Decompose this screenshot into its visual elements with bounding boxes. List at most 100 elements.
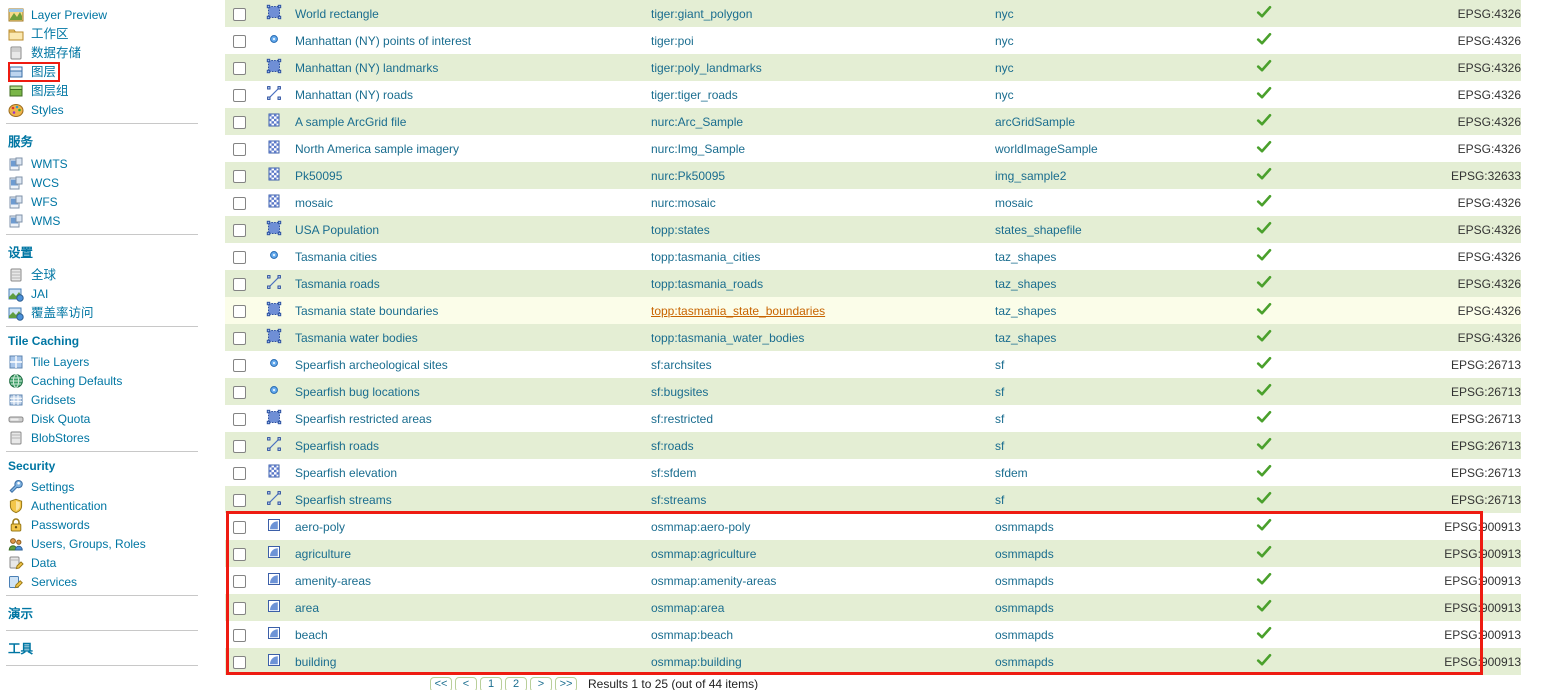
sidebar-item-item-4[interactable]: 图层组 [0, 81, 204, 100]
store-link[interactable]: taz_shapes [995, 331, 1056, 345]
table-row[interactable]: area osmmap:area osmmapds EPSG:900913 [225, 594, 1521, 621]
sidebar-item-settings[interactable]: Settings [0, 477, 204, 496]
table-row[interactable]: Spearfish archeological sites sf:archsite… [225, 351, 1521, 378]
row-checkbox[interactable] [232, 34, 246, 48]
pagination-button-5[interactable]: >> [555, 676, 577, 690]
sidebar-item-item-3[interactable]: 图层 [0, 62, 204, 82]
layer-title-link[interactable]: Spearfish elevation [295, 466, 397, 480]
layer-title-link[interactable]: mosaic [295, 196, 333, 210]
store-link[interactable]: taz_shapes [995, 250, 1056, 264]
table-row[interactable]: Spearfish streams sf:streams sf EPSG:26713 [225, 486, 1521, 513]
layer-title-link[interactable]: Tasmania water bodies [295, 331, 418, 345]
table-row[interactable]: North America sample imagery nurc:Img_Sam… [225, 135, 1521, 162]
store-link[interactable]: sf [995, 439, 1004, 453]
table-row[interactable]: agriculture osmmap:agriculture osmmapds EPS… [225, 540, 1521, 567]
store-link[interactable]: osmmapds [995, 574, 1054, 588]
row-checkbox[interactable] [232, 223, 246, 237]
row-checkbox[interactable] [232, 358, 246, 372]
pagination-button-2[interactable]: 1 [480, 676, 502, 690]
table-row[interactable]: Tasmania state boundaries topp:tasmania_s… [225, 297, 1521, 324]
layer-name-link[interactable]: nurc:Pk50095 [651, 169, 725, 183]
layer-name-link[interactable]: osmmap:agriculture [651, 547, 756, 561]
sidebar-item-data[interactable]: Data [0, 553, 204, 572]
row-checkbox[interactable] [232, 7, 246, 21]
layer-title-link[interactable]: World rectangle [295, 7, 379, 21]
store-link[interactable]: nyc [995, 61, 1014, 75]
row-checkbox[interactable] [232, 304, 246, 318]
store-link[interactable]: img_sample2 [995, 169, 1066, 183]
layer-name-link[interactable]: osmmap:amenity-areas [651, 574, 776, 588]
store-link[interactable]: states_shapefile [995, 223, 1082, 237]
sidebar-item-item-2[interactable]: 数据存储 [0, 43, 204, 62]
sidebar-item-disk-quota[interactable]: Disk Quota [0, 409, 204, 428]
sidebar-item-blobstores[interactable]: BlobStores [0, 428, 204, 447]
table-row[interactable]: World rectangle tiger:giant_polygon nyc EPS… [225, 0, 1521, 27]
row-checkbox[interactable] [232, 115, 246, 129]
layer-name-link[interactable]: sf:restricted [651, 412, 713, 426]
table-row[interactable]: Manhattan (NY) landmarks tiger:poly_landm… [225, 54, 1521, 81]
table-row[interactable]: USA Population topp:states states_shapefil… [225, 216, 1521, 243]
pagination-button-0[interactable]: << [430, 676, 452, 690]
sidebar-item-users-groups-roles[interactable]: Users, Groups, Roles [0, 534, 204, 553]
store-link[interactable]: osmmapds [995, 547, 1054, 561]
layer-title-link[interactable]: North America sample imagery [295, 142, 459, 156]
table-row[interactable]: Manhattan (NY) roads tiger:tiger_roads nyc… [225, 81, 1521, 108]
layer-name-link[interactable]: osmmap:aero-poly [651, 520, 750, 534]
row-checkbox[interactable] [232, 169, 246, 183]
layer-title-link[interactable]: Manhattan (NY) points of interest [295, 34, 471, 48]
layer-title-link[interactable]: Tasmania state boundaries [295, 304, 438, 318]
store-link[interactable]: sf [995, 493, 1004, 507]
layer-name-link[interactable]: topp:tasmania_water_bodies [651, 331, 804, 345]
layer-name-link[interactable]: sf:roads [651, 439, 694, 453]
layer-title-link[interactable]: beach [295, 628, 328, 642]
layer-title-link[interactable]: Spearfish bug locations [295, 385, 420, 399]
row-checkbox[interactable] [232, 601, 246, 615]
layer-name-link[interactable]: topp:states [651, 223, 710, 237]
layer-name-link[interactable]: topp:tasmania_roads [651, 277, 763, 291]
sidebar-item-passwords[interactable]: Passwords [0, 515, 204, 534]
sidebar-item-jai[interactable]: JAI [0, 284, 204, 303]
table-row[interactable]: Spearfish roads sf:roads sf EPSG:26713 [225, 432, 1521, 459]
sidebar-item-item-2[interactable]: 覆盖率访问 [0, 303, 204, 322]
row-checkbox[interactable] [232, 250, 246, 264]
row-checkbox[interactable] [232, 88, 246, 102]
table-row[interactable]: Tasmania roads topp:tasmania_roads taz_sha… [225, 270, 1521, 297]
layer-title-link[interactable]: Spearfish roads [295, 439, 379, 453]
store-link[interactable]: sf [995, 385, 1004, 399]
table-row[interactable]: aero-poly osmmap:aero-poly osmmapds EPSG:90… [225, 513, 1521, 540]
store-link[interactable]: osmmapds [995, 520, 1054, 534]
layer-name-link[interactable]: sf:bugsites [651, 385, 708, 399]
layer-title-link[interactable]: building [295, 655, 336, 669]
layer-name-link[interactable]: tiger:poi [651, 34, 694, 48]
sidebar-item-gridsets[interactable]: Gridsets [0, 390, 204, 409]
row-checkbox[interactable] [232, 493, 246, 507]
layer-title-link[interactable]: Manhattan (NY) landmarks [295, 61, 438, 75]
layer-title-link[interactable]: Tasmania roads [295, 277, 380, 291]
table-row[interactable]: Pk50095 nurc:Pk50095 img_sample2 EPSG:32633 [225, 162, 1521, 189]
row-checkbox[interactable] [232, 196, 246, 210]
store-link[interactable]: nyc [995, 7, 1014, 21]
store-link[interactable]: mosaic [995, 196, 1033, 210]
store-link[interactable]: nyc [995, 88, 1014, 102]
sidebar-item-layer-preview[interactable]: Layer Preview [0, 5, 204, 24]
layer-name-link[interactable]: osmmap:area [651, 601, 724, 615]
layer-title-link[interactable]: Spearfish restricted areas [295, 412, 432, 426]
sidebar-item-wms[interactable]: WMS [0, 211, 204, 230]
store-link[interactable]: osmmapds [995, 655, 1054, 669]
store-link[interactable]: arcGridSample [995, 115, 1075, 129]
layer-name-link[interactable]: osmmap:building [651, 655, 742, 669]
layer-name-link[interactable]: osmmap:beach [651, 628, 733, 642]
row-checkbox[interactable] [232, 466, 246, 480]
layer-name-link[interactable]: sf:streams [651, 493, 706, 507]
layer-name-link[interactable]: nurc:Arc_Sample [651, 115, 743, 129]
row-checkbox[interactable] [232, 412, 246, 426]
store-link[interactable]: sf [995, 412, 1004, 426]
layer-name-link[interactable]: tiger:poly_landmarks [651, 61, 762, 75]
sidebar-item-item-1[interactable]: 工作区 [0, 24, 204, 43]
layer-name-link[interactable]: sf:archsites [651, 358, 712, 372]
sidebar-item-services[interactable]: Services [0, 572, 204, 591]
store-link[interactable]: nyc [995, 34, 1014, 48]
layer-title-link[interactable]: area [295, 601, 319, 615]
layer-title-link[interactable]: Manhattan (NY) roads [295, 88, 413, 102]
table-row[interactable]: Tasmania water bodies topp:tasmania_water… [225, 324, 1521, 351]
